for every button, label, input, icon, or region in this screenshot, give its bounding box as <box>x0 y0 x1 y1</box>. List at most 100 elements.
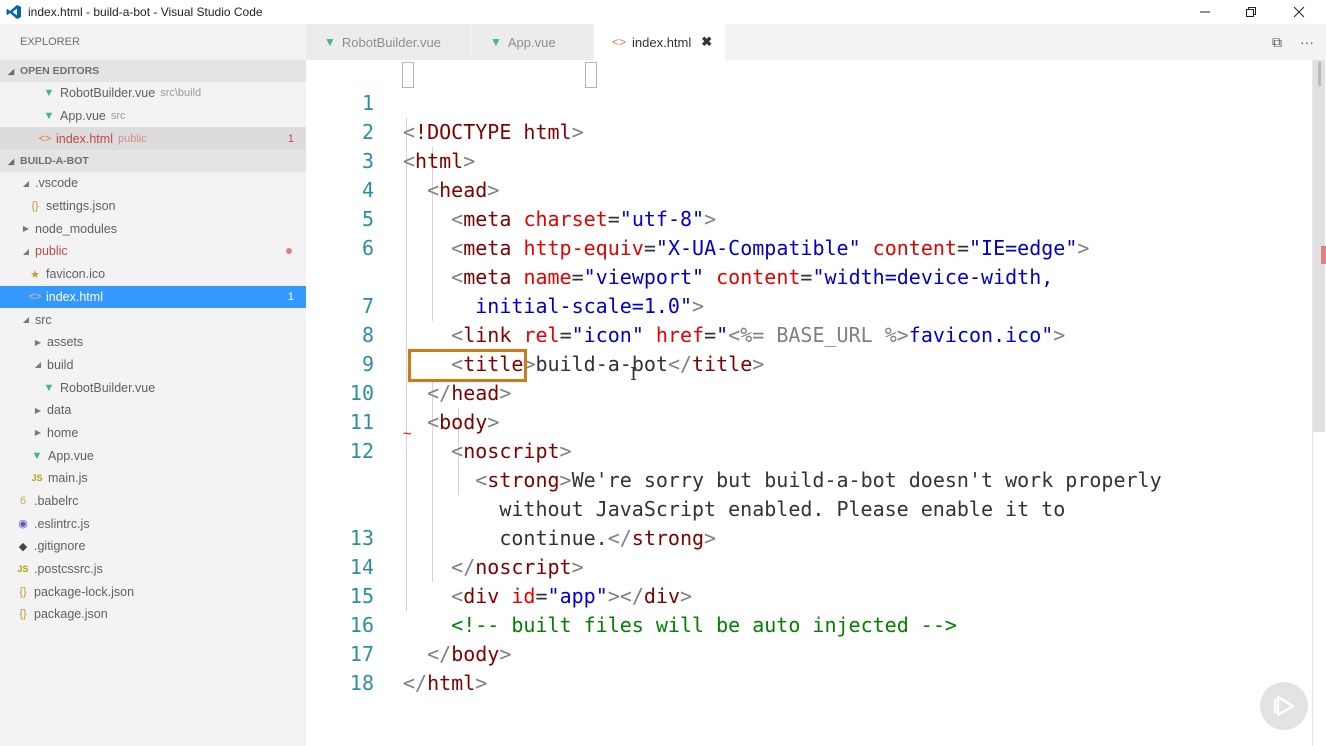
tree-file[interactable]: {} package.json <box>0 603 306 626</box>
html-icon: <> <box>28 290 42 303</box>
chevron-down-icon: ◢ <box>22 246 30 256</box>
tab-index-html[interactable]: <> index.html ✖ <box>594 24 726 60</box>
tree-folder[interactable]: ◢ build <box>0 354 306 377</box>
tree-folder[interactable]: ▶ data <box>0 399 306 422</box>
json-icon: {} <box>31 200 39 213</box>
file-name: index.html <box>46 289 103 304</box>
babel-icon: 6 <box>19 495 27 508</box>
code-line: 3 <head> <box>306 118 1310 202</box>
problem-count-badge: 1 <box>287 132 294 145</box>
tree-folder[interactable]: ◢ src <box>0 308 306 331</box>
file-name: RobotBuilder.vue <box>60 86 156 101</box>
file-name: package-lock.json <box>34 584 135 599</box>
json-icon: {} <box>19 608 27 621</box>
bracket-match-box <box>402 62 414 88</box>
code-line: 8 <title>build-a-bot</title> <box>306 292 1310 376</box>
file-name: settings.json <box>46 199 116 214</box>
close-window-icon[interactable] <box>1276 0 1322 24</box>
bracket-match-box <box>585 62 597 88</box>
file-path-hint: src <box>110 110 126 123</box>
code-line: 6 <meta name="viewport" content="width=d… <box>306 205 1310 289</box>
more-actions-icon[interactable]: ··· <box>1300 34 1314 50</box>
folder-name: .vscode <box>35 176 79 191</box>
file-name: .babelrc <box>34 494 79 509</box>
tab-label: index.html <box>632 34 692 50</box>
tree-file[interactable]: ★ favicon.ico <box>0 263 306 286</box>
error-dot-icon <box>286 248 292 255</box>
tab-actions: ⧉ ··· <box>1272 24 1314 60</box>
tree-folder[interactable]: ◢ .vscode <box>0 172 306 195</box>
folder-name: public <box>35 244 68 259</box>
code-line: 4 <meta charset="utf-8"> <box>306 147 1310 231</box>
html-icon: <> <box>38 132 52 145</box>
folder-name: src <box>35 312 52 327</box>
vue-icon: ▼ <box>43 87 55 100</box>
code-line: 5 <meta http-equiv="X-UA-Compatible" con… <box>306 176 1310 260</box>
file-name: App.vue <box>60 109 106 124</box>
code-line: 13 </noscript> <box>306 495 1310 579</box>
error-ruler-marker <box>1321 246 1326 264</box>
file-name: App.vue <box>48 448 94 463</box>
chevron-right-icon: ▶ <box>34 428 42 438</box>
chevron-down-icon: ◢ <box>8 66 15 76</box>
chevron-down-icon: ◢ <box>22 178 30 188</box>
file-name: .postcssrc.js <box>34 562 103 577</box>
json-icon: {} <box>19 585 27 598</box>
play-overlay-icon[interactable] <box>1260 682 1308 730</box>
vue-icon: ▼ <box>43 381 55 394</box>
code-editor[interactable]: 1 <!DOCTYPE html> 2 <html> 3 <head> 4 <m… <box>306 60 1326 746</box>
tree-file[interactable]: {} package-lock.json <box>0 580 306 603</box>
tree-file[interactable]: JS .postcssrc.js <box>0 558 306 581</box>
tree-file[interactable]: {} settings.json <box>0 195 306 218</box>
window-title: index.html - build-a-bot - Visual Studio… <box>28 5 263 19</box>
tree-folder[interactable]: ◢ public <box>0 240 306 263</box>
star-icon: ★ <box>30 268 40 281</box>
tree-file[interactable]: ▼ RobotBuilder.vue <box>0 376 306 399</box>
tree-folder[interactable]: ▶ home <box>0 422 306 445</box>
open-editor-item[interactable]: ▼ App.vue src <box>0 105 306 128</box>
tab-app-vue[interactable]: ▼ App.vue <box>472 24 594 60</box>
folder-name: build <box>47 357 74 372</box>
file-path-hint: public <box>117 132 147 145</box>
open-editor-item[interactable]: <> index.html public 1 <box>0 127 306 151</box>
code-line: 17 </html> <box>306 611 1310 695</box>
close-tab-icon[interactable]: ✖ <box>701 34 712 50</box>
js-icon: JS <box>17 564 29 575</box>
line-number: 18 <box>349 671 374 695</box>
chevron-down-icon: ◢ <box>8 156 15 166</box>
vue-icon: ▼ <box>31 449 43 462</box>
tree-file[interactable]: <> index.html 1 <box>0 285 306 309</box>
title-bar: index.html - build-a-bot - Visual Studio… <box>0 0 1326 24</box>
file-name: favicon.ico <box>46 267 106 282</box>
vertical-scrollbar[interactable] <box>1312 60 1326 746</box>
eslint-icon: ◉ <box>18 518 28 531</box>
section-label: OPEN EDITORS <box>20 65 100 77</box>
split-editor-icon[interactable]: ⧉ <box>1272 34 1282 51</box>
explorer-sidebar: EXPLORER ◢ OPEN EDITORS ▼ RobotBuilder.v… <box>0 24 306 746</box>
code-line: 15 <!-- built files will be auto injecte… <box>306 553 1310 637</box>
section-label: BUILD-A-BOT <box>20 155 89 168</box>
file-path-hint: src\build <box>160 87 202 100</box>
tab-robotbuilder-vue[interactable]: ▼ RobotBuilder.vue <box>306 24 472 60</box>
restore-icon[interactable] <box>1228 0 1274 24</box>
tree-folder[interactable]: ▶ node_modules <box>0 217 306 240</box>
tree-file[interactable]: 6 .babelrc <box>0 490 306 513</box>
chevron-right-icon: ▶ <box>22 224 30 234</box>
file-name: index.html <box>56 131 113 146</box>
tree-file[interactable]: JS main.js <box>0 467 306 490</box>
code-line: 11 <noscript> <box>306 379 1310 463</box>
tree-file[interactable]: ▼ App.vue <box>0 444 306 467</box>
tree-folder[interactable]: ▶ assets <box>0 331 306 354</box>
tree-file[interactable]: ◆ .gitignore <box>0 535 306 558</box>
chevron-right-icon: ▶ <box>34 405 42 415</box>
tree-file[interactable]: ◉ .eslintrc.js <box>0 512 306 535</box>
vue-icon: ▼ <box>43 110 55 123</box>
explorer-header: EXPLORER <box>20 36 80 48</box>
minimize-icon[interactable] <box>1182 0 1228 24</box>
code-line: 7 <link rel="icon" href="<%= BASE_URL %>… <box>306 263 1310 347</box>
open-editors-section[interactable]: ◢ OPEN EDITORS <box>0 60 306 82</box>
open-editor-item[interactable]: ▼ RobotBuilder.vue src\build <box>0 82 306 105</box>
vue-icon: ▼ <box>490 35 502 49</box>
code-line: 9 </head> <box>306 321 1310 405</box>
project-section[interactable]: ◢ BUILD-A-BOT <box>0 150 306 173</box>
